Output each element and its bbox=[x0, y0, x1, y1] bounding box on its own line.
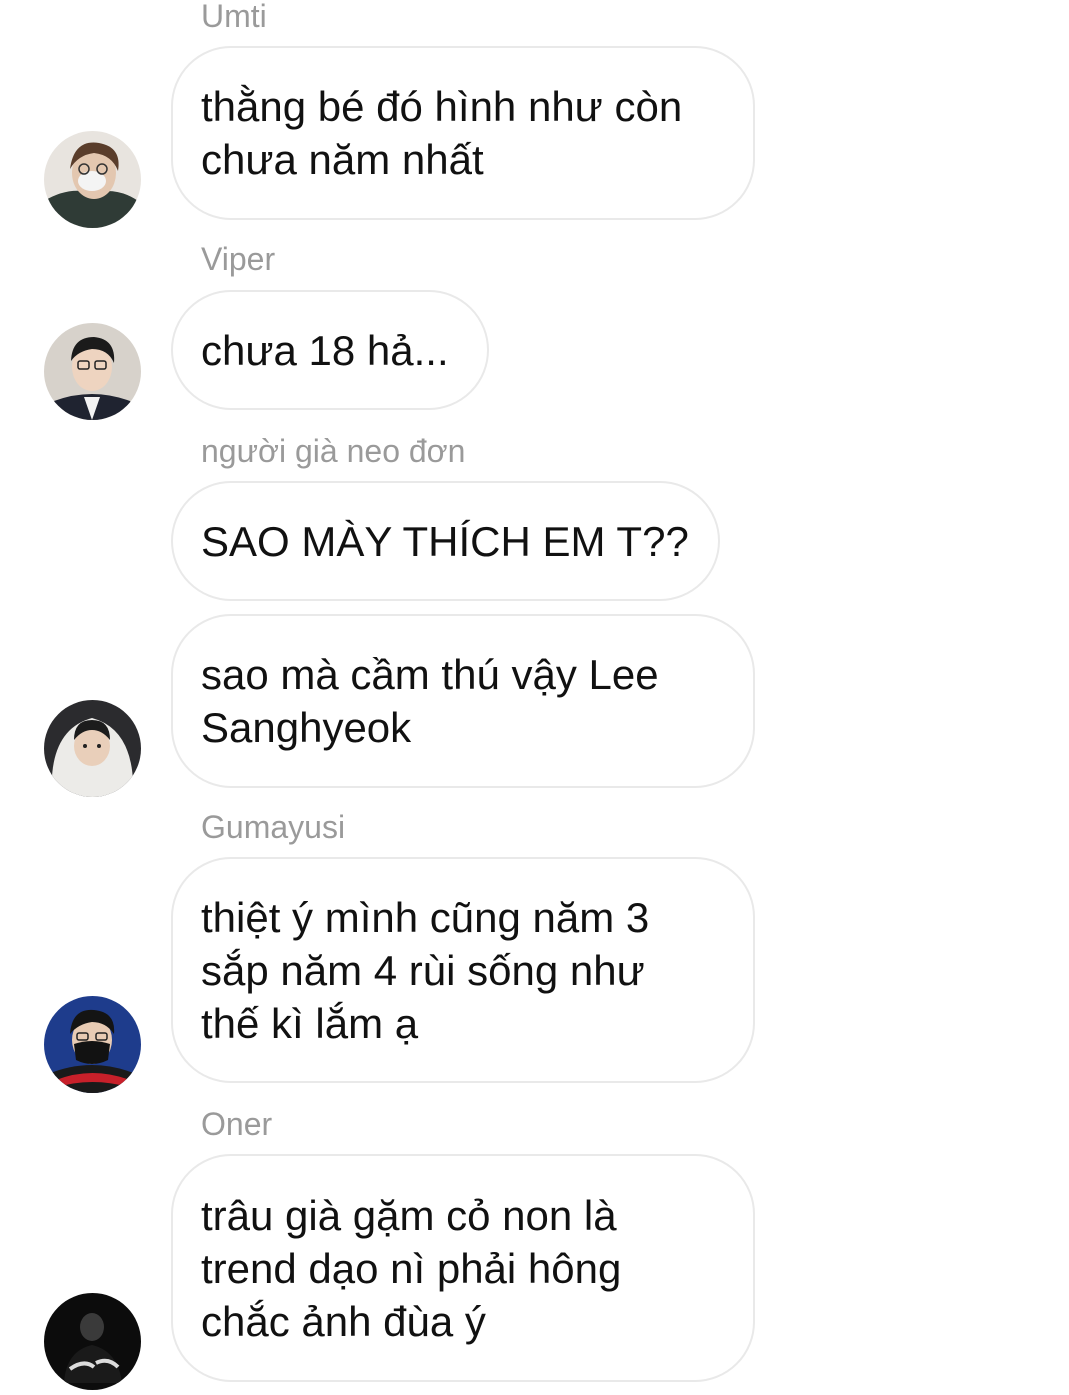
message-bubble[interactable]: chưa 18 hả... bbox=[171, 290, 489, 410]
message-text: thiệt ý mình cũng năm 3 sắp năm 4 rùi số… bbox=[201, 893, 650, 1047]
user-avatar[interactable] bbox=[44, 323, 141, 420]
message-bubble[interactable]: SAO MÀY THÍCH EM T?? bbox=[171, 481, 720, 601]
sender-name: Viper bbox=[201, 241, 276, 277]
message-bubble[interactable]: thiệt ý mình cũng năm 3 sắp năm 4 rùi số… bbox=[171, 857, 755, 1083]
message-text: thằng bé đó hình như còn chưa năm nhất bbox=[201, 83, 683, 183]
message-bubble[interactable]: sao mà cầm thú vậy Lee Sanghyeok bbox=[171, 614, 755, 788]
sender-name: Umti bbox=[201, 0, 267, 34]
user-avatar[interactable] bbox=[44, 131, 141, 228]
user-avatar[interactable] bbox=[44, 996, 141, 1093]
message-text: SAO MÀY THÍCH EM T?? bbox=[201, 517, 689, 565]
sender-name: người già neo đơn bbox=[201, 433, 466, 469]
message-text: trâu già gặm cỏ non là trend dạo nì phải… bbox=[201, 1191, 622, 1345]
message-text: sao mà cầm thú vậy Lee Sanghyeok bbox=[201, 651, 659, 751]
user-avatar[interactable] bbox=[44, 700, 141, 797]
sender-name: Oner bbox=[201, 1106, 273, 1142]
message-bubble[interactable]: thằng bé đó hình như còn chưa năm nhất bbox=[171, 46, 755, 220]
user-avatar[interactable] bbox=[44, 1293, 141, 1390]
sender-name: Gumayusi bbox=[201, 809, 346, 845]
message-bubble[interactable]: trâu già gặm cỏ non là trend dạo nì phải… bbox=[171, 1154, 755, 1382]
message-text: chưa 18 hả... bbox=[201, 326, 449, 374]
